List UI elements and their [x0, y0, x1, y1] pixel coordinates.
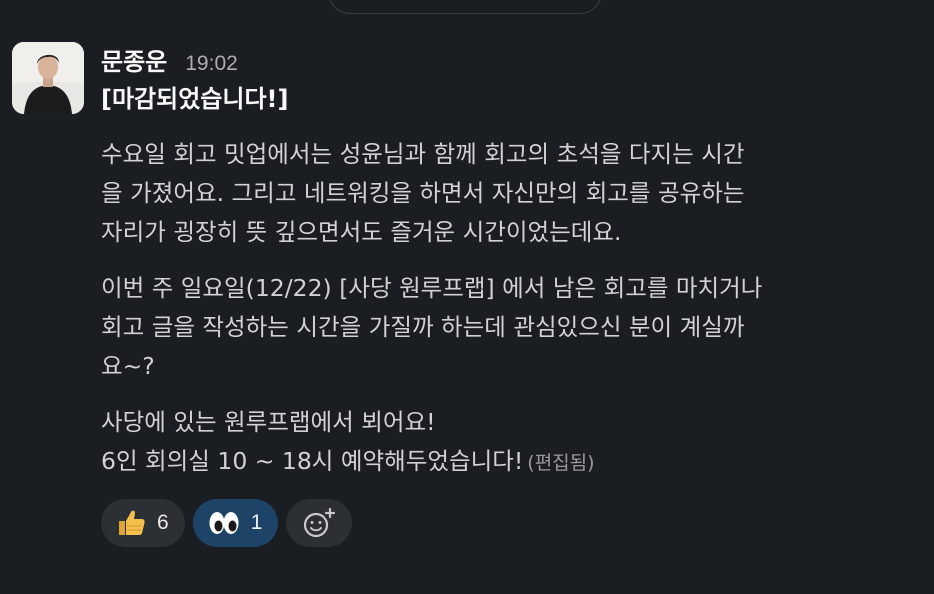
message-headline: [마감되었습니다!] [101, 85, 289, 113]
reaction-thumbs-up[interactable]: 6 [101, 499, 185, 547]
reaction-count: 6 [157, 511, 169, 534]
message-paragraph-3: 사당에 있는 원루프랩에서 뵈어요! 6인 회의실 10 ~ 18시 예약해두었… [101, 403, 919, 483]
text-line-content: 6인 회의실 10 ~ 18시 예약해두었습니다! [101, 447, 524, 475]
text-line: 사당에 있는 원루프랩에서 뵈어요! [101, 408, 436, 436]
message-content: 문종운 19:02 [마감되었습니다!] 수요일 회고 밋업에서는 성윤님과 함… [101, 40, 919, 547]
text-line: 회고 글을 작성하는 시간을 가질까 하는데 관심있으신 분이 계실까 [101, 313, 745, 341]
thumbs-up-icon [119, 510, 145, 535]
text-line: 을 가졌어요. 그리고 네트워킹을 하면서 자신만의 회고를 공유하는 [101, 179, 745, 207]
message-paragraph-2: 이번 주 일요일(12/22) [사당 원루프랩] 에서 남은 회고를 마치거나… [101, 269, 919, 386]
author-name[interactable]: 문종운 [101, 42, 167, 77]
eyes-icon [209, 512, 239, 534]
edited-label: (편집됨) [527, 452, 595, 474]
add-reaction-icon [304, 507, 336, 538]
timestamp[interactable]: 19:02 [185, 52, 238, 76]
text-line: 수요일 회고 밋업에서는 성윤님과 함께 회고의 초석을 다지는 시간 [101, 140, 745, 168]
jump-to-new-pill[interactable] [328, 0, 602, 14]
text-line: 이번 주 일요일(12/22) [사당 원루프랩] 에서 남은 회고를 마치거나 [101, 274, 763, 302]
avatar[interactable] [12, 42, 84, 114]
avatar-photo [12, 42, 84, 114]
reaction-count: 1 [250, 511, 263, 534]
text-line: 자리가 굉장히 뜻 깊으면서도 즐거운 시간이었는데요. [101, 218, 622, 246]
message-header: 문종운 19:02 [101, 40, 919, 78]
message-paragraph-1: 수요일 회고 밋업에서는 성윤님과 함께 회고의 초석을 다지는 시간 을 가졌… [101, 135, 919, 252]
reaction-eyes[interactable]: 1 [192, 499, 279, 547]
text-line: 6인 회의실 10 ~ 18시 예약해두었습니다! (편집됨) [101, 442, 919, 483]
text-line: 요~? [101, 352, 155, 380]
add-reaction-button[interactable] [286, 499, 353, 547]
reactions-bar: 6 1 [101, 499, 919, 547]
